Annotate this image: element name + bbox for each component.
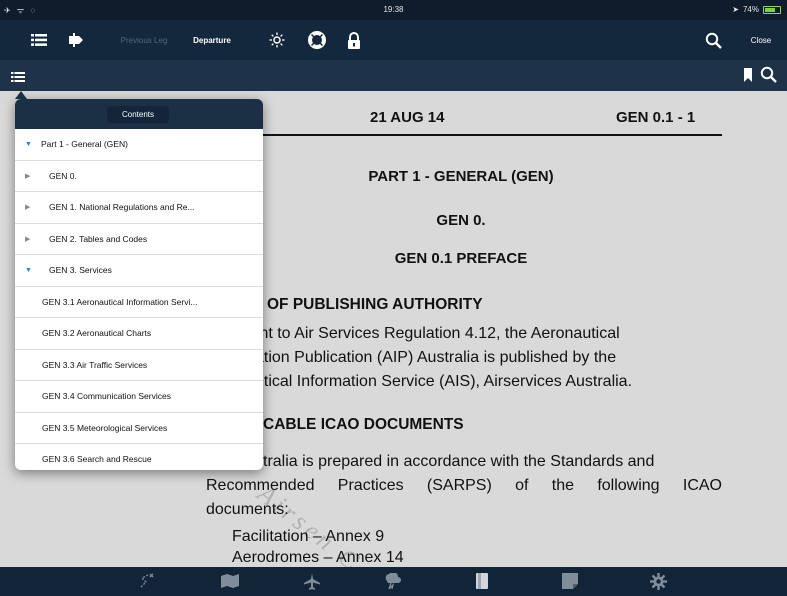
section-heading-publishing-authority: OF PUBLISHING AUTHORITY <box>267 296 483 313</box>
contents-item-label: GEN 3.3 Air Traffic Services <box>42 359 148 370</box>
contents-item[interactable]: ▼ Part 1 - General (GEN) <box>15 129 263 161</box>
search-icon <box>760 66 777 83</box>
disclosure-open-icon[interactable]: ▼ <box>25 267 41 274</box>
document-date: 21 AUG 14 <box>370 109 445 126</box>
contents-item-label: GEN 3.6 Search and Rescue <box>42 454 152 465</box>
status-bar: ✈ ᯤ ◌ 19:38 ➤ 74% <box>0 0 787 20</box>
part-title: PART 1 - GENERAL (GEN) <box>368 168 554 185</box>
tab-weather[interactable] <box>380 571 404 591</box>
tab-route[interactable] <box>136 571 160 591</box>
lock-icon <box>348 31 360 49</box>
contents-list: ▼ Part 1 - General (GEN) ▶ GEN 0. ▶ GEN 1. Na… <box>15 129 263 470</box>
battery-icon <box>763 5 781 14</box>
contents-popover: Contents ▼ Part 1 - General (GEN) ▶ GEN 0. ▶… <box>15 99 263 470</box>
map-icon <box>221 574 239 588</box>
contents-item-label: GEN 0. <box>49 170 77 181</box>
list-menu-button[interactable] <box>28 29 50 51</box>
contents-header: Contents <box>15 99 263 129</box>
contents-item[interactable]: GEN 3.6 Search and Rescue <box>15 444 263 470</box>
paragraph-line: stralia is prepared in accordance with t… <box>255 453 655 470</box>
paragraph-line: ınt to Air Services Regulation 4.12, the… <box>255 325 620 342</box>
gen0-heading: GEN 0. <box>436 212 486 229</box>
search-icon <box>705 32 722 49</box>
contents-item-label: GEN 3.2 Aeronautical Charts <box>42 328 152 339</box>
battery-percent: 74% <box>742 5 759 14</box>
brightness-button[interactable] <box>266 29 288 51</box>
contents-item[interactable]: ▼ GEN 3. Services <box>15 255 263 287</box>
list-icon <box>11 72 25 82</box>
document-search-button[interactable] <box>760 66 782 86</box>
contents-item-label: GEN 2. Tables and Codes <box>49 233 148 244</box>
contents-item[interactable]: GEN 3.1 Aeronautical Information Servi..… <box>15 287 263 318</box>
tab-documents[interactable] <box>470 571 494 591</box>
preface-heading: GEN 0.1 PREFACE <box>394 250 528 267</box>
disclosure-closed-icon[interactable]: ▶ <box>25 235 41 243</box>
document-toolbar <box>0 60 787 91</box>
disclosure-open-icon[interactable]: ▼ <box>25 141 41 148</box>
close-button[interactable]: Close <box>744 29 778 51</box>
contents-title: Contents <box>107 106 169 123</box>
status-time: 19:38 <box>383 5 404 14</box>
route-button[interactable] <box>65 29 87 51</box>
tab-notes[interactable] <box>558 571 582 591</box>
disclosure-closed-icon[interactable]: ▶ <box>25 203 41 211</box>
contents-toggle-button[interactable] <box>11 69 35 89</box>
header-divider <box>200 134 722 136</box>
list-icon <box>31 34 47 46</box>
popover-arrow <box>15 91 27 99</box>
brightness-icon <box>269 32 285 48</box>
route-icon <box>140 573 154 588</box>
contents-item-label: GEN 3.5 Meteorological Services <box>42 422 168 433</box>
bookmark-icon <box>744 68 752 82</box>
paragraph-line: utical Information Service (AIS), Airser… <box>255 373 633 390</box>
tab-airport[interactable] <box>300 571 324 591</box>
previous-leg-button[interactable]: Previous Leg <box>110 29 178 51</box>
contents-item[interactable]: GEN 3.3 Air Traffic Services <box>15 350 263 381</box>
document-icon <box>476 573 488 589</box>
airplane-icon <box>304 572 320 590</box>
contents-item[interactable]: ▶ GEN 0. <box>15 161 263 192</box>
main-toolbar: Previous Leg Departure Close <box>0 20 787 60</box>
contents-item-label: GEN 3.4 Communication Services <box>42 391 171 402</box>
contents-item[interactable]: GEN 3.5 Meteorological Services <box>15 413 263 444</box>
contents-item[interactable]: GEN 3.2 Aeronautical Charts <box>15 318 263 350</box>
help-button[interactable] <box>306 29 328 51</box>
tab-settings[interactable] <box>646 571 670 591</box>
tab-maps[interactable] <box>218 571 242 591</box>
status-right: ➤ 74% <box>732 5 781 14</box>
lifebuoy-icon <box>308 31 326 49</box>
list-item: Aerodromes – Annex 14 <box>232 549 404 566</box>
search-button[interactable] <box>701 29 725 51</box>
section-heading-icao-documents: CABLE ICAO DOCUMENTS <box>263 416 464 433</box>
contents-item[interactable]: ▶ GEN 1. National Regulations and Re... <box>15 192 263 224</box>
contents-item-label: GEN 1. National Regulations and Re... <box>49 202 195 213</box>
paragraph-line: ation Publication (AIP) Australia is pub… <box>255 349 617 366</box>
departure-button[interactable]: Departure <box>184 29 240 51</box>
contents-item-label: GEN 3.1 Aeronautical Information Servi..… <box>42 296 198 307</box>
notes-icon <box>562 573 578 589</box>
route-signpost-icon <box>69 33 83 47</box>
weather-icon <box>385 573 401 589</box>
location-icon: ➤ <box>732 5 739 14</box>
document-page-number: GEN 0.1 - 1 <box>616 109 696 126</box>
bottom-tab-bar <box>0 567 787 596</box>
contents-item-label: GEN 3. Services <box>49 265 112 276</box>
contents-item-label: Part 1 - General (GEN) <box>41 139 128 150</box>
disclosure-closed-icon[interactable]: ▶ <box>25 172 41 180</box>
contents-item[interactable]: GEN 3.4 Communication Services <box>15 381 263 413</box>
lock-button[interactable] <box>343 29 365 51</box>
gear-icon <box>649 572 667 590</box>
bookmark-button[interactable] <box>744 68 756 84</box>
contents-item[interactable]: ▶ GEN 2. Tables and Codes <box>15 224 263 255</box>
